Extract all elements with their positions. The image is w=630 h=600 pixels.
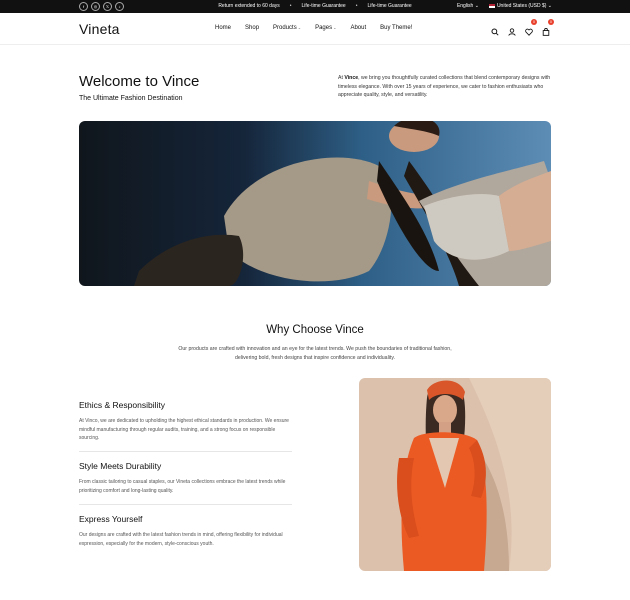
announcement-text: Life-time Guarantee [301,3,346,9]
section-title: Why Choose Vince [266,324,364,336]
language-selector[interactable]: English ⌄ [457,3,479,9]
site-header: Vineta Home Shop Products⌄ Pages⌄ About … [0,13,630,45]
announcement-text: Return extended to 60 days [218,3,280,9]
announcement-bar: f ◎ 𝕏 ♪ Return extended to 60 days • Lif… [0,0,630,13]
wishlist-count-badge: 0 [531,19,537,25]
feature-title: Style Meets Durability [79,461,162,471]
feature-item: Style Meets Durability From classic tail… [79,461,292,495]
nav-label: Home [215,25,232,31]
nav-item-home[interactable]: Home [215,25,231,31]
us-flag-icon [488,3,495,8]
intro-brand: Vince [344,75,359,81]
section-description: Our products are crafted with innovation… [178,346,452,361]
nav-item-pages[interactable]: Pages⌄ [315,25,336,31]
divider [79,504,292,505]
chevron-down-icon: ⌄ [547,3,552,9]
nav-label: Pages [315,25,333,31]
chevron-down-icon: ⌄ [333,25,337,30]
feature-title: Ethics & Responsibility [79,400,165,410]
announcement-separator: • [289,3,292,9]
search-icon[interactable] [491,23,499,36]
divider [79,451,292,452]
locale-selectors: English ⌄ United States (USD $) ⌄ [457,3,552,9]
nav-label: Buy Theme! [380,25,413,31]
user-icon[interactable] [508,23,516,36]
nav-item-buy-theme[interactable]: Buy Theme! [380,25,412,31]
nav-item-products[interactable]: Products⌄ [273,25,301,31]
cart-icon[interactable]: 0 [542,19,554,36]
nav-label: About [350,25,367,31]
feature-text: From classic tailoring to casual staples… [79,479,286,494]
page-title: Welcome to Vince [79,73,200,90]
feature-title: Express Yourself [79,514,143,524]
chevron-down-icon: ⌄ [297,25,302,30]
nav-label: Products [273,25,297,31]
feature-item: Ethics & Responsibility At Vinco, we are… [79,400,292,443]
feature-item: Express Yourself Our designs are crafted… [79,514,292,548]
site-logo[interactable]: Vineta [79,21,120,37]
wishlist-icon[interactable]: 0 [525,19,537,36]
model-image [359,378,551,571]
header-actions: 0 0 [491,19,554,36]
hero-image [79,121,551,286]
page-subtitle: The Ultimate Fashion Destination [79,95,183,102]
main-nav: Home Shop Products⌄ Pages⌄ About Buy The… [215,25,412,31]
nav-item-about[interactable]: About [350,25,366,31]
language-label: English [456,3,474,9]
intro-paragraph: At Vince, we bring you thoughtfully cura… [338,74,554,100]
feature-text: At Vinco, we are dedicated to upholding … [79,418,289,441]
announcement-separator: • [355,3,358,9]
chevron-down-icon: ⌄ [474,3,479,9]
cart-count-badge: 0 [548,19,554,25]
nav-label: Shop [245,25,260,31]
currency-label: United States (USD $) [496,3,547,9]
announcement-text: Life-time Guarantee [367,3,412,9]
feature-text: Our designs are crafted with the latest … [79,532,283,547]
nav-item-shop[interactable]: Shop [245,25,259,31]
intro-text: , we bring you thoughtfully curated coll… [338,75,551,98]
currency-selector[interactable]: United States (USD $) ⌄ [488,3,552,9]
